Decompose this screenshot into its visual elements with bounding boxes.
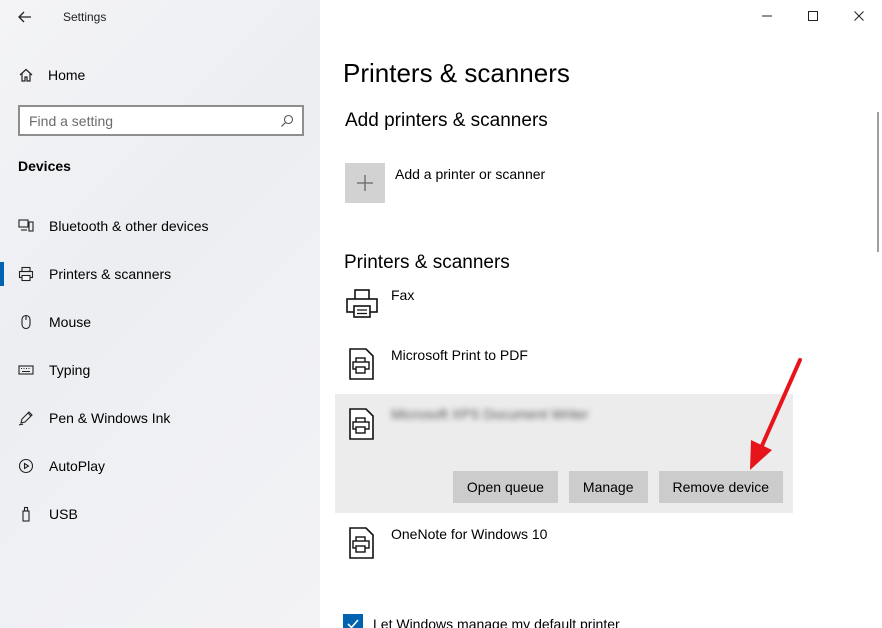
device-actions: Open queue Manage Remove device bbox=[452, 471, 783, 503]
device-name: Microsoft XPS Document Writer bbox=[391, 406, 589, 422]
printer-document-icon bbox=[349, 527, 374, 559]
sidebar-item-label: AutoPlay bbox=[49, 458, 106, 474]
sidebar-item-autoplay[interactable]: AutoPlay bbox=[0, 442, 320, 490]
section-heading: Devices bbox=[18, 158, 71, 174]
sidebar-item-bluetooth[interactable]: Bluetooth & other devices bbox=[0, 202, 320, 250]
sidebar-item-label: Mouse bbox=[49, 314, 92, 330]
sidebar-item-label: Typing bbox=[49, 362, 91, 378]
mouse-icon bbox=[18, 314, 34, 330]
search-icon[interactable] bbox=[280, 114, 294, 128]
default-printer-label: Let Windows manage my default printer bbox=[373, 616, 620, 628]
default-printer-checkbox[interactable] bbox=[343, 614, 363, 628]
back-button[interactable] bbox=[12, 6, 38, 28]
sidebar-item-label: USB bbox=[49, 506, 78, 522]
minimize-icon bbox=[762, 15, 772, 17]
device-name: OneNote for Windows 10 bbox=[391, 526, 548, 542]
sidebar-item-printers[interactable]: Printers & scanners bbox=[0, 250, 320, 298]
window-controls bbox=[744, 0, 882, 32]
maximize-button[interactable] bbox=[790, 0, 836, 32]
minimize-button[interactable] bbox=[744, 0, 790, 32]
usb-icon bbox=[18, 506, 34, 522]
add-printer-label: Add a printer or scanner bbox=[395, 166, 546, 182]
fax-icon bbox=[346, 289, 378, 318]
printer-document-icon bbox=[349, 348, 374, 380]
sidebar-item-label: Pen & Windows Ink bbox=[49, 410, 171, 426]
default-printer-option[interactable]: Let Windows manage my default printer bbox=[343, 614, 620, 628]
sidebar-item-label: Printers & scanners bbox=[49, 266, 172, 282]
scrollbar-thumb[interactable] bbox=[877, 112, 879, 252]
sidebar-item-usb[interactable]: USB bbox=[0, 490, 320, 538]
bluetooth-devices-icon bbox=[18, 218, 34, 234]
device-print-to-pdf[interactable]: Microsoft Print to PDF bbox=[335, 343, 793, 393]
plus-icon bbox=[357, 175, 373, 191]
add-printer-button[interactable]: Add a printer or scanner bbox=[345, 163, 545, 203]
add-section-heading: Add printers & scanners bbox=[345, 110, 548, 131]
close-icon bbox=[854, 11, 864, 21]
open-queue-button[interactable]: Open queue bbox=[452, 471, 558, 503]
sidebar-item-mouse[interactable]: Mouse bbox=[0, 298, 320, 346]
sidebar-item-label: Bluetooth & other devices bbox=[49, 218, 209, 234]
back-arrow-icon bbox=[18, 11, 31, 23]
maximize-icon bbox=[808, 11, 818, 21]
app-title: Settings bbox=[63, 10, 107, 24]
device-name: Microsoft Print to PDF bbox=[391, 347, 528, 363]
sidebar-item-pen[interactable]: Pen & Windows Ink bbox=[0, 394, 320, 442]
sidebar-item-typing[interactable]: Typing bbox=[0, 346, 320, 394]
search-box[interactable] bbox=[18, 105, 304, 136]
checkmark-icon bbox=[347, 619, 359, 628]
autoplay-icon bbox=[18, 458, 34, 474]
sidebar-nav: Bluetooth & other devices Printers & sca… bbox=[0, 202, 320, 538]
device-fax[interactable]: Fax bbox=[335, 283, 793, 333]
home-label: Home bbox=[48, 67, 86, 83]
page-title: Printers & scanners bbox=[343, 58, 570, 88]
device-name: Fax bbox=[391, 287, 415, 303]
printer-icon bbox=[18, 266, 34, 282]
close-button[interactable] bbox=[836, 0, 882, 32]
home-icon bbox=[19, 68, 33, 82]
device-xps-writer[interactable]: Microsoft XPS Document Writer Open queue… bbox=[335, 394, 793, 513]
home-link[interactable]: Home bbox=[18, 64, 85, 86]
manage-button[interactable]: Manage bbox=[568, 471, 648, 503]
search-input[interactable] bbox=[29, 112, 280, 129]
main-content: Printers & scanners Add printers & scann… bbox=[320, 0, 882, 628]
remove-device-button[interactable]: Remove device bbox=[658, 471, 783, 503]
device-onenote[interactable]: OneNote for Windows 10 bbox=[335, 522, 793, 572]
sidebar: Settings Home Devices Bluetooth & other … bbox=[0, 0, 320, 628]
plus-tile[interactable] bbox=[345, 163, 385, 203]
printer-document-icon bbox=[349, 408, 374, 440]
keyboard-icon bbox=[18, 362, 34, 378]
pen-icon bbox=[18, 410, 34, 426]
printers-list-heading: Printers & scanners bbox=[344, 252, 510, 273]
